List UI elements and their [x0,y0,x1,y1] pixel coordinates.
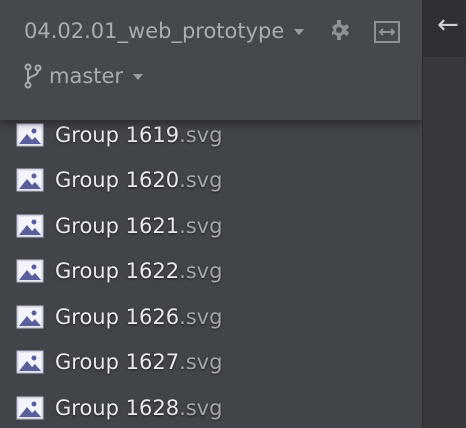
expand-width-icon[interactable] [374,21,400,43]
file-extension: .svg [179,304,223,329]
branch-dropdown-caret-icon [133,74,144,80]
image-icon [16,259,44,283]
file-base-name: Group 1626 [55,304,180,329]
sidebar-header: 04.02.01_web_prototype master [0,0,422,120]
project-selector[interactable]: 04.02.01_web_prototype [24,16,305,46]
file-extension: .svg [179,259,223,284]
image-icon [16,305,44,329]
file-extension: .svg [179,213,223,238]
file-base-name: Group 1621 [55,213,180,238]
file-extension: .svg [179,350,223,375]
file-item[interactable]: Group 1622.svg [0,249,422,295]
file-name: Group 1627.svg [55,350,222,374]
file-extension: .svg [179,168,223,193]
file-extension: .svg [179,122,223,147]
project-name: 04.02.01_web_prototype [24,19,285,43]
file-extension: .svg [179,395,223,420]
file-name: Group 1622.svg [55,259,222,283]
settings-gear-icon[interactable] [330,18,350,44]
branch-selector[interactable]: master [24,60,144,92]
sidebar: 04.02.01_web_prototype master Group 1619… [0,0,422,428]
file-name: Group 1620.svg [55,168,222,192]
back-arrow-icon[interactable]: ← [437,10,459,40]
project-dropdown-caret-icon [294,29,305,35]
file-list: Group 1619.svg Group 1620.svg Group 1621… [0,112,422,428]
file-item[interactable]: Group 1621.svg [0,203,422,249]
image-icon [16,214,44,238]
file-base-name: Group 1620 [55,168,180,193]
file-base-name: Group 1627 [55,350,180,375]
git-branch-icon [24,63,42,89]
image-icon [16,396,44,420]
file-item[interactable]: Group 1626.svg [0,294,422,340]
file-name: Group 1628.svg [55,396,222,420]
file-item[interactable]: Group 1628.svg [0,385,422,428]
file-item[interactable]: Group 1620.svg [0,158,422,204]
file-name: Group 1621.svg [55,214,222,238]
image-icon [16,123,44,147]
file-base-name: Group 1628 [55,395,180,420]
file-base-name: Group 1619 [55,122,180,147]
image-icon [16,350,44,374]
file-item[interactable]: Group 1627.svg [0,340,422,386]
image-icon [16,168,44,192]
file-base-name: Group 1622 [55,259,180,284]
editor-area [423,57,466,428]
file-name: Group 1619.svg [55,123,222,147]
branch-name: master [49,64,124,88]
file-name: Group 1626.svg [55,305,222,329]
